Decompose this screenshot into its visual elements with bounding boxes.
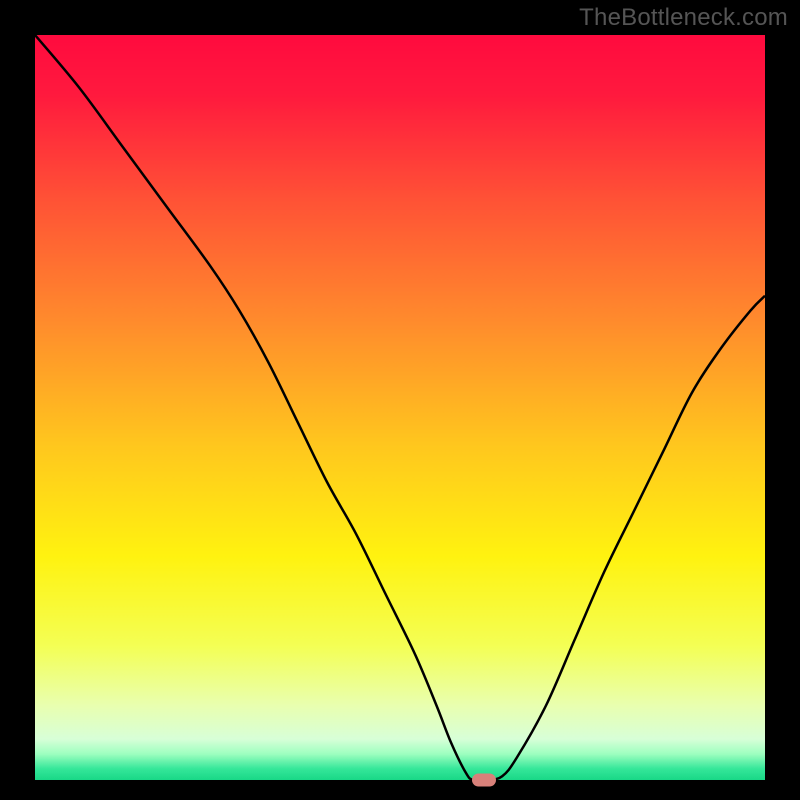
optimal-marker — [472, 774, 496, 787]
plot-area — [35, 35, 765, 780]
chart-frame: TheBottleneck.com — [0, 0, 800, 800]
watermark-text: TheBottleneck.com — [579, 4, 788, 32]
bottleneck-curve — [35, 35, 765, 780]
